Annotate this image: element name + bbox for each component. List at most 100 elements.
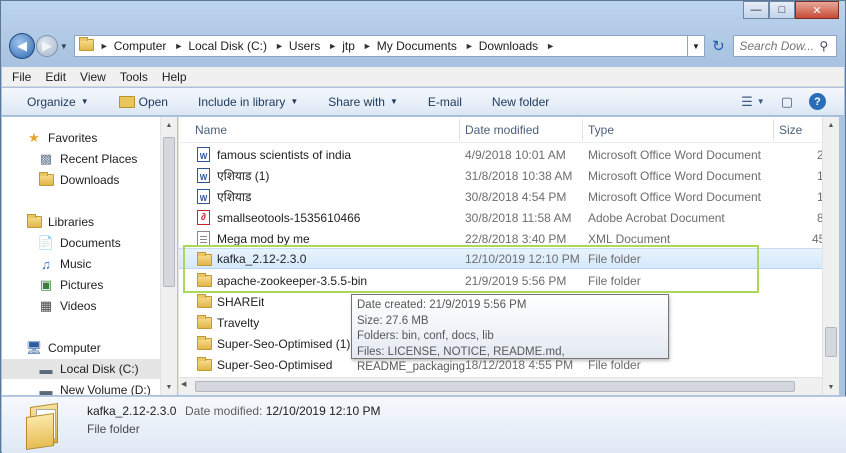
scroll-left-icon[interactable]: ◀: [181, 380, 193, 392]
breadcrumb-separator[interactable]: ►: [172, 41, 185, 51]
file-row-selected[interactable]: kafka_2.12-2.3.0 12/10/2019 12:10 PM Fil…: [179, 248, 822, 269]
column-divider[interactable]: [773, 119, 774, 141]
refresh-button[interactable]: ↻: [707, 35, 729, 57]
breadcrumb-separator[interactable]: ►: [544, 41, 557, 51]
address-dropdown-button[interactable]: ▼: [687, 35, 706, 57]
nav-computer[interactable]: 🖥 Computer: [26, 338, 101, 358]
scroll-down-icon[interactable]: ▼: [161, 379, 177, 395]
horizontal-scroll-thumb[interactable]: [195, 381, 795, 392]
breadcrumb-separator[interactable]: ►: [273, 41, 286, 51]
help-icon: ?: [809, 93, 826, 110]
column-header: Name Date modified Type Size: [179, 117, 822, 143]
breadcrumb-my-documents[interactable]: My Documents: [374, 39, 463, 53]
file-row[interactable]: famous scientists of india 4/9/2018 10:0…: [179, 144, 822, 165]
email-button[interactable]: E-mail: [428, 95, 462, 109]
preview-pane-icon[interactable]: ▢: [781, 94, 793, 110]
file-list-scroll-thumb[interactable]: [825, 327, 837, 357]
nav-libraries[interactable]: Libraries: [26, 212, 94, 232]
column-type[interactable]: Type: [588, 123, 614, 137]
close-button[interactable]: ✕: [795, 1, 839, 19]
menu-edit[interactable]: Edit: [45, 70, 66, 84]
menu-file[interactable]: File: [12, 70, 31, 84]
help-button[interactable]: ?: [809, 93, 826, 110]
breadcrumb-jtp[interactable]: jtp: [339, 39, 361, 53]
view-controls: ☰ ▼ ▢ ?: [725, 93, 826, 110]
breadcrumb-separator[interactable]: ►: [361, 41, 374, 51]
file-name: apache-zookeeper-3.5.5-bin: [217, 273, 368, 288]
file-name: Super-Seo-Optimised: [217, 357, 333, 372]
back-button[interactable]: ◀: [9, 33, 35, 59]
pdf-icon: ∂: [197, 210, 210, 225]
file-row[interactable]: apache-zookeeper-3.5.5-bin 21/9/2019 5:5…: [179, 270, 822, 291]
breadcrumb-computer[interactable]: Computer: [111, 39, 173, 53]
file-type: Microsoft Office Word Document: [588, 147, 761, 162]
nav-scrollbar[interactable]: ▲ ▼: [160, 117, 177, 395]
file-row[interactable]: एशियाड 30/8/2018 4:54 PM Microsoft Offic…: [179, 186, 822, 207]
nav-scroll-thumb[interactable]: [163, 137, 175, 287]
forward-button[interactable]: ▶: [35, 35, 58, 57]
open-folder-icon: [118, 95, 135, 108]
new-folder-button[interactable]: New folder: [492, 95, 549, 109]
breadcrumb-separator[interactable]: ►: [326, 41, 339, 51]
change-view-icon[interactable]: ☰: [741, 94, 753, 110]
breadcrumb-separator[interactable]: ►: [463, 41, 476, 51]
share-with-button[interactable]: Share with ▼: [328, 95, 398, 109]
column-divider[interactable]: [459, 119, 460, 141]
file-type: File folder: [588, 273, 641, 288]
file-row[interactable]: ∂ smallseotools-1535610466 30/8/2018 11:…: [179, 207, 822, 228]
command-bar: Organize ▼ Open Include in library ▼ Share…: [2, 88, 844, 116]
file-size: 45: [812, 231, 822, 246]
nav-libraries-label: Libraries: [48, 215, 95, 229]
breadcrumb-local-disk[interactable]: Local Disk (C:): [185, 39, 273, 53]
scroll-down-icon[interactable]: ▼: [823, 379, 839, 395]
nav-documents[interactable]: 📄 Documents: [38, 233, 121, 253]
nav-documents-label: Documents: [60, 236, 121, 250]
caption-buttons: — □ ✕: [743, 1, 839, 19]
column-date[interactable]: Date modified: [465, 123, 539, 137]
search-input[interactable]: [739, 39, 814, 53]
file-list-scrollbar[interactable]: ▲ ▼: [822, 117, 839, 395]
file-date: 4/9/2018 10:01 AM: [465, 147, 566, 162]
address-bar[interactable]: ► Computer ► Local Disk (C:) ► Users ► j…: [73, 35, 688, 57]
recent-pages-dropdown[interactable]: ▼: [58, 42, 70, 51]
nav-new-volume[interactable]: ▬ New Volume (D:): [38, 380, 151, 396]
minimize-button[interactable]: —: [743, 1, 769, 19]
pictures-icon: ▣: [39, 277, 53, 292]
nav-videos[interactable]: ▦ Videos: [38, 296, 97, 316]
file-name: SHAREit: [217, 294, 265, 309]
open-button[interactable]: Open: [118, 95, 168, 109]
menu-view[interactable]: View: [80, 70, 106, 84]
file-date: 31/8/2018 10:38 AM: [465, 168, 573, 183]
breadcrumb-separator[interactable]: ►: [98, 41, 111, 51]
nav-recent-places[interactable]: ▩ Recent Places: [38, 149, 138, 169]
organize-button[interactable]: Organize ▼: [27, 95, 89, 109]
horizontal-scrollbar[interactable]: ◀: [179, 377, 822, 395]
column-size[interactable]: Size: [779, 123, 802, 137]
nav-favorites[interactable]: ★ Favorites: [26, 128, 97, 148]
search-icon[interactable]: ⚲: [819, 39, 828, 53]
search-box[interactable]: ⚲: [733, 35, 837, 57]
file-row[interactable]: Mega mod by me 22/8/2018 3:40 PM XML Doc…: [179, 228, 822, 249]
maximize-button[interactable]: □: [769, 1, 795, 19]
column-divider[interactable]: [582, 119, 583, 141]
nav-downloads[interactable]: Downloads: [38, 170, 119, 190]
menu-tools[interactable]: Tools: [120, 70, 148, 84]
nav-pictures[interactable]: ▣ Pictures: [38, 275, 104, 295]
include-in-library-button[interactable]: Include in library ▼: [198, 95, 298, 109]
view-dropdown-icon[interactable]: ▼: [757, 97, 765, 106]
scroll-up-icon[interactable]: ▲: [161, 117, 177, 133]
nav-pictures-label: Pictures: [60, 278, 104, 292]
file-name: Travelty: [217, 315, 260, 330]
drive-icon: ▬: [39, 361, 53, 377]
scroll-up-icon[interactable]: ▲: [823, 117, 839, 133]
breadcrumb-users[interactable]: Users: [286, 39, 326, 53]
menu-bar: File Edit View Tools Help: [2, 67, 844, 87]
folder-icon: [197, 252, 212, 266]
column-name[interactable]: Name: [195, 123, 227, 137]
menu-help[interactable]: Help: [162, 70, 187, 84]
nav-music[interactable]: ♫ Music: [38, 254, 91, 274]
file-row[interactable]: एशियाड (1) 31/8/2018 10:38 AM Microsoft …: [179, 165, 822, 186]
file-name: smallseotools-1535610466: [217, 210, 361, 225]
breadcrumb-downloads[interactable]: Downloads: [476, 39, 544, 53]
nav-local-disk[interactable]: ▬ Local Disk (C:): [2, 359, 162, 379]
